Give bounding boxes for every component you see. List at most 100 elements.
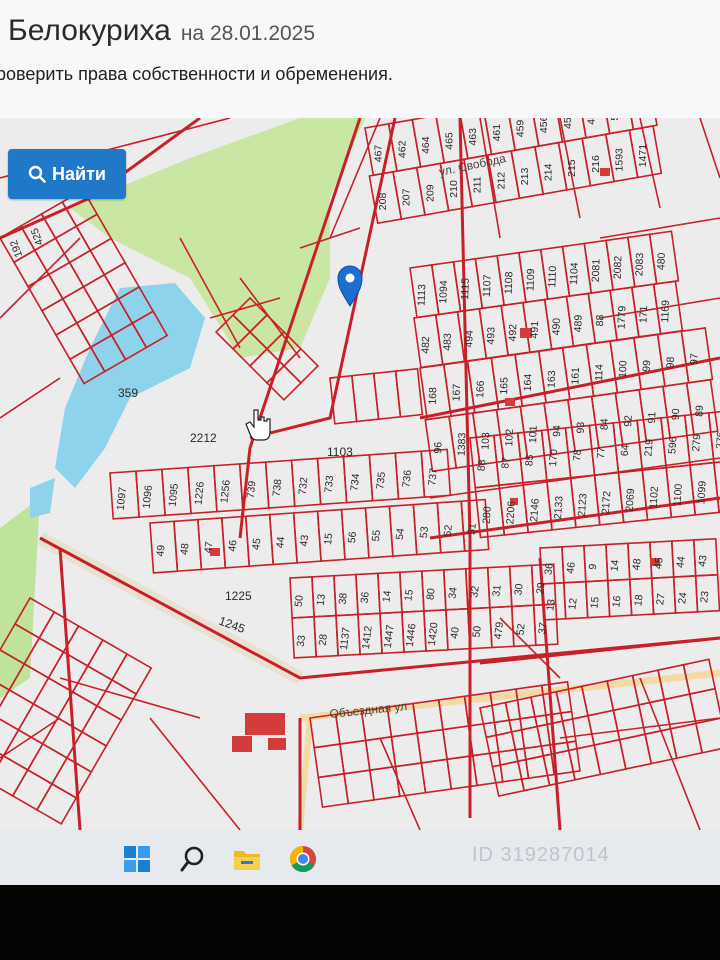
parcel-number: 2069 bbox=[624, 488, 638, 512]
browser-screen: Белокуриха на 28.01.2025 роверить права с… bbox=[0, 0, 720, 885]
parcel-number: 737 bbox=[426, 467, 440, 486]
parcel-number: 1113 bbox=[416, 284, 429, 306]
parcel-number: 50 bbox=[293, 594, 306, 607]
parcel-number: 85 bbox=[523, 454, 536, 467]
parcel-number: 494 bbox=[463, 330, 476, 348]
parcel-number: 64 bbox=[619, 444, 632, 457]
cadastral-map[interactable]: ул. Свобода Объездная ул 359 2212 1103 1… bbox=[0, 118, 720, 830]
parcel-number: 52 bbox=[514, 623, 527, 636]
parcel-number: 459 bbox=[514, 120, 526, 138]
city-name: Белокуриха bbox=[8, 14, 171, 47]
parcel-number: 161 bbox=[569, 367, 582, 385]
parcel-number: 1110 bbox=[546, 265, 559, 287]
parcel-number: 279 bbox=[690, 433, 703, 451]
parcel-number: 1593 bbox=[613, 148, 625, 172]
file-explorer-icon[interactable] bbox=[232, 844, 262, 874]
parcel-number: 91 bbox=[646, 411, 658, 423]
parcel-number: 480 bbox=[655, 252, 668, 270]
parcel-number: 14 bbox=[380, 590, 393, 603]
parcel-number: 171 bbox=[637, 305, 650, 323]
parcel-number: 734 bbox=[348, 473, 362, 492]
page-title: Белокуриха на 28.01.2025 bbox=[8, 14, 315, 48]
parcel-number: 15 bbox=[322, 532, 335, 545]
parcel-number: 43 bbox=[298, 534, 311, 547]
parcel-number: 92 bbox=[622, 415, 634, 427]
area-label-359: 359 bbox=[118, 386, 138, 400]
parcel-number: 44 bbox=[674, 555, 687, 568]
map-canvas[interactable]: ул. Свобода Объездная ул 359 2212 1103 1… bbox=[0, 118, 720, 830]
parcel-number: 164 bbox=[522, 373, 535, 391]
parcel-number: 462 bbox=[396, 140, 408, 158]
parcel-number: 1095 bbox=[167, 483, 181, 508]
find-button[interactable]: Найти bbox=[8, 149, 126, 199]
parcel-number: 482 bbox=[420, 336, 433, 354]
parcel-number: 2083 bbox=[633, 252, 646, 276]
parcel-number: 2133 bbox=[552, 495, 566, 519]
parcel-number: 114 bbox=[593, 364, 606, 381]
parcel-number: 102 bbox=[503, 429, 516, 447]
watermark: ID 319287014 bbox=[472, 844, 610, 866]
windows-start-icon[interactable] bbox=[122, 844, 152, 874]
parcel-number: 1099 bbox=[695, 480, 709, 504]
parcel-number: 211 bbox=[472, 176, 484, 193]
parcel-number: 219 bbox=[642, 439, 655, 457]
date-label: на 28.01.2025 bbox=[180, 22, 316, 45]
parcel-number: 96 bbox=[432, 442, 444, 454]
parcel-number: 1226 bbox=[192, 481, 206, 506]
parcel-number: 48 bbox=[630, 558, 643, 571]
parcel-number: 87 bbox=[499, 456, 512, 469]
parcel-number: 48 bbox=[178, 543, 191, 556]
parcel-number: 1107 bbox=[481, 274, 494, 297]
parcel-number: 453 bbox=[585, 118, 597, 125]
parcel-number: 167 bbox=[451, 383, 464, 401]
parcel-number: 44 bbox=[274, 536, 287, 549]
parcel-number: 45 bbox=[652, 557, 665, 570]
parcel-number: 88 bbox=[594, 314, 606, 326]
parcel-number: 163 bbox=[546, 370, 559, 388]
area-label-1225: 1225 bbox=[225, 589, 252, 603]
parcel-number: 214 bbox=[543, 163, 555, 181]
parcel-number: 37 bbox=[536, 622, 549, 635]
parcel-number: 276 bbox=[714, 431, 720, 449]
parcel-number: 98 bbox=[665, 356, 677, 368]
parcel-number: 732 bbox=[297, 477, 311, 496]
parcel-number: 18 bbox=[632, 594, 645, 607]
parcel-number: 1100 bbox=[671, 483, 685, 507]
parcel-number: 209 bbox=[424, 184, 436, 202]
parcel-number: 52 bbox=[442, 524, 455, 537]
parcel-number: 77 bbox=[595, 446, 608, 459]
parcel-number: 2206 bbox=[504, 500, 518, 524]
parcel-number: 97 bbox=[688, 353, 700, 365]
parcel-number: 208 bbox=[377, 193, 389, 211]
parcel-number: 170 bbox=[547, 449, 560, 467]
area-label-2212: 2212 bbox=[190, 431, 217, 445]
parcel-number: 93 bbox=[575, 421, 587, 433]
parcel-number: 215 bbox=[566, 159, 578, 177]
parcel-number: 1115 bbox=[459, 278, 472, 300]
parcel-number: 554 bbox=[609, 118, 621, 121]
parcel-number: 489 bbox=[572, 314, 585, 332]
parcel-number: 483 bbox=[441, 333, 454, 351]
area-label-1103: 1103 bbox=[327, 445, 353, 459]
parcel-number: 1104 bbox=[568, 262, 581, 285]
search-icon[interactable] bbox=[178, 844, 208, 874]
parcel-number: 2082 bbox=[612, 255, 625, 279]
parcel-number: 103 bbox=[480, 432, 493, 450]
parcel-number: 30 bbox=[512, 583, 525, 596]
parcel-number: 1169 bbox=[659, 300, 672, 323]
page-subtitle: роверить права собственности и обременен… bbox=[0, 64, 393, 84]
parcel-number: 166 bbox=[474, 380, 487, 398]
parcel-number: 50 bbox=[470, 625, 483, 638]
parcel-number: 738 bbox=[271, 478, 285, 497]
parcel-number: 29 bbox=[534, 582, 547, 595]
parcel-number: 1097 bbox=[115, 486, 129, 511]
parcel-number: 492 bbox=[507, 324, 520, 342]
parcel-number: 490 bbox=[550, 318, 563, 336]
parcel-number: 100 bbox=[617, 360, 630, 378]
parcel-number: 1383 bbox=[456, 432, 469, 456]
parcel-number: 16 bbox=[610, 595, 623, 608]
parcel-number: 1471 bbox=[637, 144, 649, 168]
parcel-number: 15 bbox=[402, 589, 415, 602]
chrome-icon[interactable] bbox=[288, 844, 318, 874]
search-icon bbox=[28, 165, 46, 183]
